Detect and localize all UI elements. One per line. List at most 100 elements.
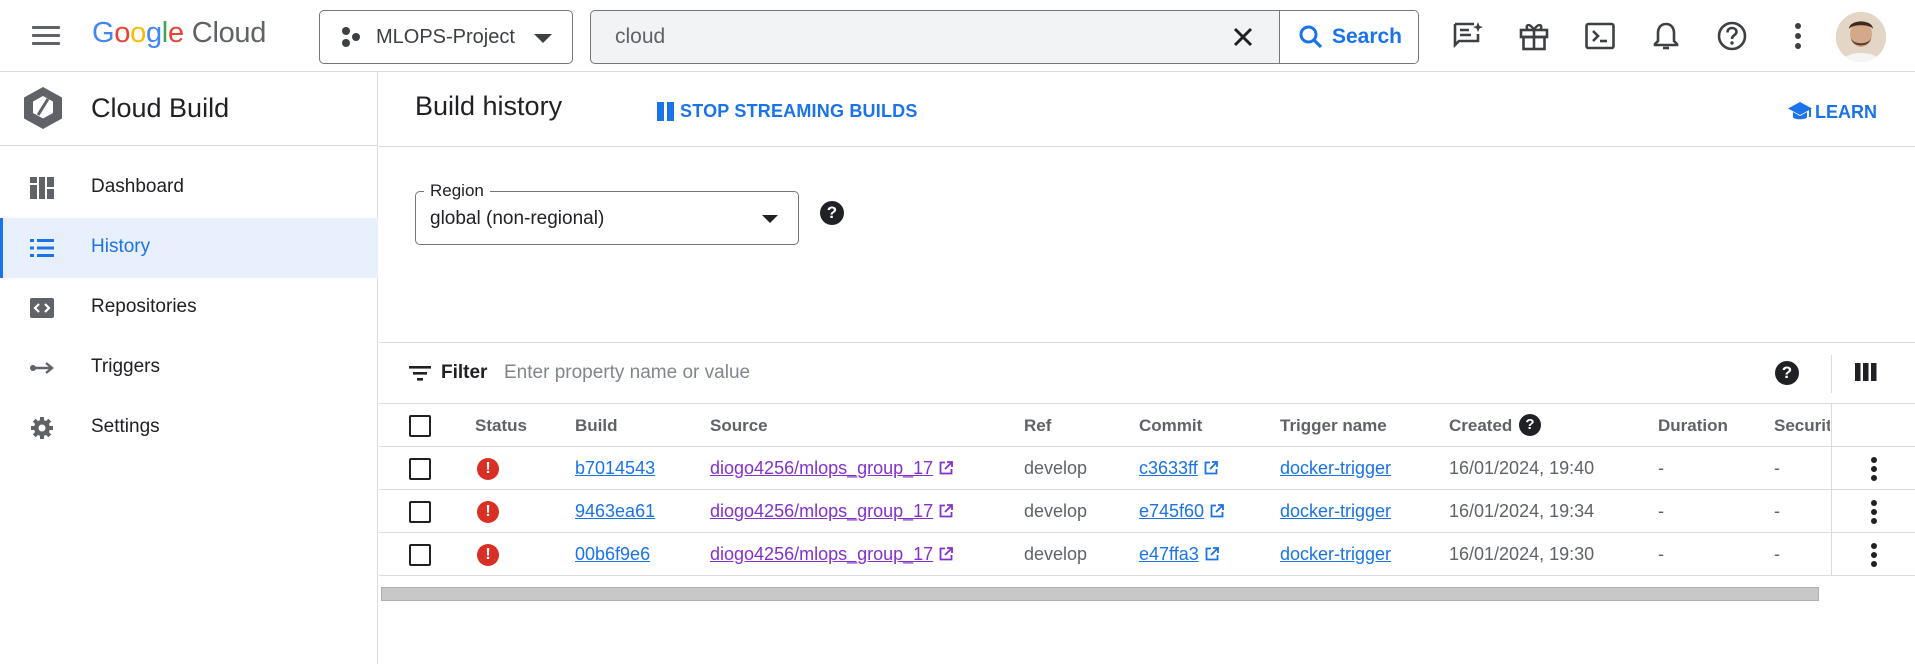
region-section	[379, 147, 1915, 343]
product-name: Cloud Build	[91, 93, 230, 123]
external-link-icon[interactable]	[1204, 461, 1218, 475]
filter-bar: Filter Enter property name or value ?	[379, 343, 1915, 404]
search-input[interactable]: cloud	[615, 11, 665, 63]
sidebar-item-label: Dashboard	[91, 176, 184, 197]
list-icon	[30, 239, 54, 257]
external-link-icon[interactable]	[939, 547, 954, 561]
learn-button[interactable]: LEARN	[1787, 99, 1877, 125]
sidebar-item-triggers[interactable]: Triggers	[0, 338, 378, 398]
project-picker[interactable]: MLOPS-Project	[319, 10, 573, 64]
stop-streaming-label: STOP STREAMING BUILDS	[680, 100, 918, 121]
external-link-icon[interactable]	[1210, 504, 1224, 518]
table-row[interactable]: ! 9463ea61 diogo4256/mlops_group_17 deve…	[379, 490, 1915, 533]
select-all-checkbox[interactable]	[409, 415, 431, 437]
chevron-down-icon	[762, 215, 778, 223]
product-header: Cloud Build	[0, 73, 378, 146]
column-header-status[interactable]: Status	[475, 416, 527, 436]
page-header: Build history STOP STREAMING BUILDS LEAR…	[379, 73, 1915, 147]
region-help-icon[interactable]: ?	[820, 201, 844, 225]
more-vert-icon[interactable]	[1778, 16, 1818, 56]
sidebar-item-history[interactable]: History	[0, 218, 378, 278]
learn-label: LEARN	[1815, 101, 1877, 122]
horizontal-scrollbar[interactable]	[381, 587, 1819, 601]
source-link[interactable]: diogo4256/mlops_group_17	[710, 458, 933, 478]
column-header-commit[interactable]: Commit	[1139, 416, 1202, 436]
terminal-icon[interactable]	[1580, 16, 1620, 56]
school-icon	[1788, 102, 1812, 120]
avatar[interactable]	[1836, 12, 1886, 62]
row-checkbox[interactable]	[409, 544, 431, 566]
project-icon	[342, 27, 360, 47]
search-icon	[1299, 25, 1323, 49]
project-name: MLOPS-Project	[376, 25, 515, 48]
column-header-source[interactable]: Source	[710, 416, 768, 436]
main-content: Build history STOP STREAMING BUILDS LEAR…	[379, 73, 1915, 664]
column-header-created[interactable]: Created	[1449, 416, 1512, 436]
error-icon: !	[477, 501, 499, 523]
commit-link[interactable]: e745f60	[1139, 501, 1204, 521]
trigger-link[interactable]: docker-trigger	[1280, 458, 1391, 479]
column-header-trigger-name[interactable]: Trigger name	[1280, 416, 1387, 436]
divider	[1831, 490, 1832, 533]
column-header-duration[interactable]: Duration	[1658, 416, 1728, 436]
sidebar-item-dashboard[interactable]: Dashboard	[0, 158, 378, 218]
row-more-icon[interactable]	[1862, 455, 1886, 483]
build-id-link[interactable]: 00b6f9e6	[575, 544, 650, 565]
chevron-down-icon	[534, 34, 552, 43]
sidebar-item-label: Repositories	[91, 296, 197, 317]
duration-cell: -	[1658, 458, 1664, 478]
divider	[1831, 355, 1832, 393]
search-button[interactable]: Search	[1279, 11, 1418, 63]
source-link[interactable]: diogo4256/mlops_group_17	[710, 501, 933, 521]
help-icon[interactable]	[1712, 16, 1752, 56]
region-select[interactable]: Region global (non-regional)	[415, 181, 799, 245]
source-link[interactable]: diogo4256/mlops_group_17	[710, 544, 933, 564]
created-cell: 16/01/2024, 19:40	[1449, 458, 1595, 478]
filter-icon	[409, 366, 431, 381]
table-header-row: Status Build Source Ref Commit Trigger n…	[379, 404, 1915, 447]
trigger-link[interactable]: docker-trigger	[1280, 544, 1391, 565]
source-cell: diogo4256/mlops_group_17	[710, 501, 954, 522]
google-cloud-logo[interactable]: Google Cloud	[92, 17, 266, 50]
error-icon: !	[477, 544, 499, 566]
created-help-icon[interactable]: ?	[1519, 414, 1541, 436]
trigger-link[interactable]: docker-trigger	[1280, 501, 1391, 522]
menu-icon[interactable]	[26, 20, 66, 52]
column-header-ref[interactable]: Ref	[1024, 416, 1051, 436]
security-cell: -	[1774, 458, 1780, 478]
error-icon: !	[477, 458, 499, 480]
external-link-icon[interactable]	[939, 461, 954, 475]
region-label: Region	[424, 181, 490, 201]
stop-streaming-button[interactable]: STOP STREAMING BUILDS	[657, 99, 918, 123]
column-header-build[interactable]: Build	[575, 416, 618, 436]
created-cell: 16/01/2024, 19:34	[1449, 501, 1595, 521]
row-checkbox[interactable]	[409, 501, 431, 523]
sidebar-item-label: Triggers	[91, 356, 160, 377]
sidebar-item-settings[interactable]: Settings	[0, 398, 378, 458]
divider	[1831, 447, 1832, 490]
build-id-link[interactable]: 9463ea61	[575, 501, 655, 522]
row-more-icon[interactable]	[1862, 541, 1886, 569]
commit-cell: e47ffa3	[1139, 544, 1219, 565]
external-link-icon[interactable]	[1205, 547, 1219, 561]
row-more-icon[interactable]	[1862, 498, 1886, 526]
gift-icon[interactable]	[1514, 16, 1554, 56]
commit-link[interactable]: e47ffa3	[1139, 544, 1199, 564]
pause-icon	[657, 101, 677, 121]
filter-input[interactable]: Enter property name or value	[504, 362, 1204, 384]
commit-cell: c3633ff	[1139, 458, 1218, 479]
close-icon[interactable]	[1229, 23, 1257, 51]
row-checkbox[interactable]	[409, 458, 431, 480]
build-id-link[interactable]: b7014543	[575, 458, 655, 479]
notes-icon[interactable]	[1448, 16, 1488, 56]
external-link-icon[interactable]	[939, 504, 954, 518]
security-cell: -	[1774, 544, 1780, 564]
filter-help-icon[interactable]: ?	[1775, 361, 1799, 385]
commit-link[interactable]: c3633ff	[1139, 458, 1198, 478]
table-row[interactable]: ! b7014543 diogo4256/mlops_group_17 deve…	[379, 447, 1915, 490]
column-header-security[interactable]: Securit	[1774, 416, 1830, 436]
table-row[interactable]: ! 00b6f9e6 diogo4256/mlops_group_17 deve…	[379, 533, 1915, 576]
bell-icon[interactable]	[1646, 16, 1686, 56]
sidebar-item-repositories[interactable]: Repositories	[0, 278, 378, 338]
column-display-icon[interactable]	[1854, 361, 1878, 383]
